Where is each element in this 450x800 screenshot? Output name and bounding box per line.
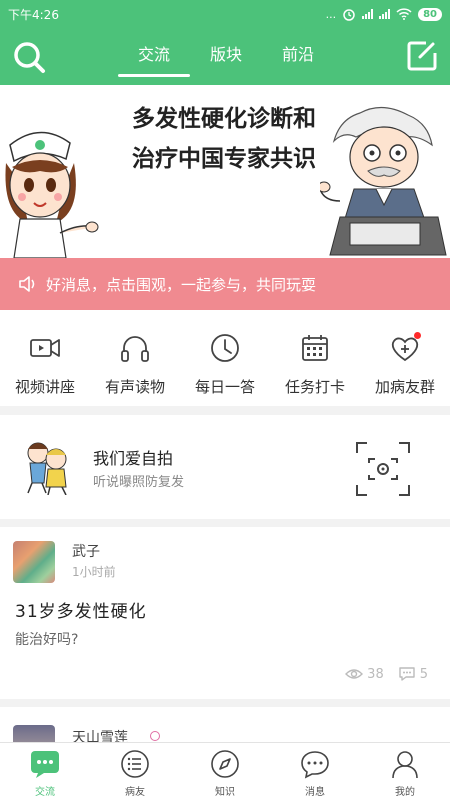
menu-label: 任务打卡 xyxy=(284,378,345,396)
selfie-card[interactable]: 我们爱自拍 听说曝照防复发 xyxy=(0,415,450,519)
post-card-2[interactable]: 天山雪莲 xyxy=(0,707,450,742)
banner-title-line1: 多发性硬化诊断和 xyxy=(132,106,316,132)
speaker-icon xyxy=(19,276,35,292)
calendar-icon xyxy=(302,335,328,361)
banner[interactable]: 多发性硬化诊断和 治疗中国专家共识 xyxy=(0,85,450,258)
bottom-nav-bar: 交流 病友 知识 消息 我的 xyxy=(0,742,450,800)
post-author[interactable]: 天山雪莲 xyxy=(72,727,128,742)
camera-scan-icon[interactable] xyxy=(355,441,411,497)
gender-icon xyxy=(150,731,160,741)
heart-plus-wrap xyxy=(389,332,421,364)
menu-label: 视频讲座 xyxy=(14,378,75,396)
banner-title: 多发性硬化诊断和 治疗中国专家共识 xyxy=(108,99,340,179)
bottom-tab-me[interactable]: 我的 xyxy=(360,743,450,800)
comments-stat[interactable]: 5 xyxy=(398,666,428,682)
signal-icon-2 xyxy=(379,9,391,19)
bottom-tab-patients[interactable]: 病友 xyxy=(90,743,180,800)
compass-icon xyxy=(210,749,240,779)
post-time: 1小时前 xyxy=(72,565,116,579)
tab-sections[interactable]: 版块 xyxy=(190,28,262,85)
avatar[interactable] xyxy=(13,725,55,742)
post-card[interactable]: 武子 1小时前 31岁多发性硬化 能治好吗? 38 5 xyxy=(0,527,450,699)
tab-frontier[interactable]: 前沿 xyxy=(262,28,334,85)
clock-icon xyxy=(211,334,239,362)
menu-label: 每日一答 xyxy=(194,378,255,396)
bottom-tab-label: 我的 xyxy=(395,787,415,798)
status-icons: ... 80 xyxy=(326,7,442,21)
views-stat: 38 xyxy=(345,667,384,682)
chat-icon xyxy=(30,749,60,779)
selfie-title: 我们爱自拍 xyxy=(93,449,174,468)
comment-icon xyxy=(399,667,415,681)
menu-audiobooks[interactable]: 有声读物 xyxy=(90,310,180,406)
quick-menu: 视频讲座 有声读物 每日一答 任务打卡 加病友群 xyxy=(0,310,450,406)
bottom-tab-label: 交流 xyxy=(35,787,55,798)
post-title[interactable]: 31岁多发性硬化 xyxy=(15,597,147,622)
bottom-tab-communicate[interactable]: 交流 xyxy=(0,743,90,800)
status-dots: ... xyxy=(325,7,337,21)
nurse-illustration xyxy=(5,131,99,258)
top-nav-bar: 交流 版块 前沿 xyxy=(0,28,450,85)
bottom-tab-knowledge[interactable]: 知识 xyxy=(180,743,270,800)
menu-label: 有声读物 xyxy=(104,378,165,396)
banner-title-line2: 治疗中国专家共识 xyxy=(132,146,316,172)
post-author[interactable]: 武子 xyxy=(72,541,100,561)
bottom-tab-messages[interactable]: 消息 xyxy=(270,743,360,800)
menu-task-checkin[interactable]: 任务打卡 xyxy=(270,310,360,406)
bottom-tab-label: 病友 xyxy=(125,787,145,798)
avatar[interactable] xyxy=(13,541,55,583)
edit-icon[interactable] xyxy=(406,40,438,72)
headphones-icon xyxy=(121,336,149,362)
person-icon xyxy=(390,749,420,779)
bottom-tab-label: 消息 xyxy=(305,787,325,798)
menu-daily-quiz[interactable]: 每日一答 xyxy=(180,310,270,406)
alarm-icon xyxy=(343,9,355,21)
bottom-tab-label: 知识 xyxy=(215,787,235,798)
list-icon xyxy=(120,749,150,779)
video-icon xyxy=(30,339,60,357)
comments-count: 5 xyxy=(419,666,428,682)
menu-join-patient-group[interactable]: 加病友群 xyxy=(360,310,450,406)
top-tabs: 交流 版块 前沿 xyxy=(118,28,334,85)
post-body[interactable]: 能治好吗? xyxy=(15,629,78,649)
announcement-bar[interactable]: 好消息，点击围观，一起参与，共同玩耍 xyxy=(0,258,450,310)
eye-icon xyxy=(345,669,364,679)
views-count: 38 xyxy=(367,666,384,682)
status-time: 下午4:26 xyxy=(8,7,59,22)
menu-label: 加病友群 xyxy=(374,378,435,396)
status-bar: 下午4:26 ... 80 xyxy=(0,0,450,28)
search-icon[interactable] xyxy=(12,40,46,74)
signal-icon xyxy=(362,9,374,19)
doctor-illustration xyxy=(320,106,447,256)
battery-indicator: 80 xyxy=(418,7,442,21)
notification-dot xyxy=(414,332,421,339)
message-icon xyxy=(300,749,330,779)
post-stats: 38 5 xyxy=(345,666,428,682)
tab-communicate[interactable]: 交流 xyxy=(118,28,190,85)
menu-video-lectures[interactable]: 视频讲座 xyxy=(0,310,90,406)
selfie-subtitle: 听说曝照防复发 xyxy=(93,475,185,490)
announcement-text: 好消息，点击围观，一起参与，共同玩耍 xyxy=(46,275,317,294)
selfie-thumbnail xyxy=(27,442,67,495)
wifi-icon xyxy=(396,8,412,20)
